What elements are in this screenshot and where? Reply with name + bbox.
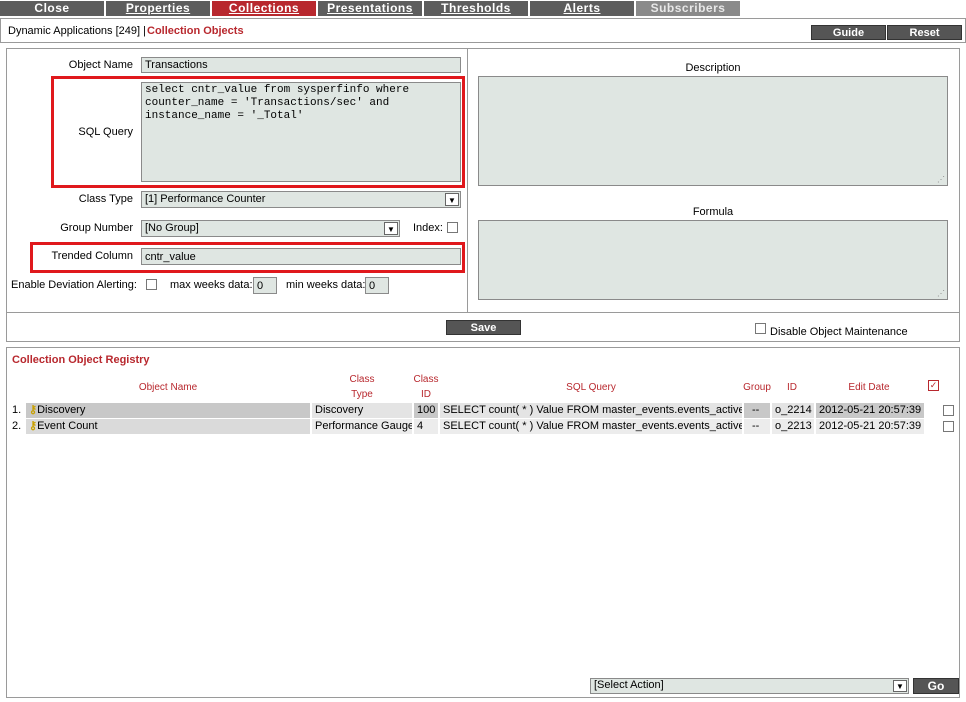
group-number-label: Group Number: [60, 222, 133, 234]
table-row: 1. ⚷Discovery Discovery 100 SELECT count…: [10, 403, 958, 418]
row-sql: SELECT count( * ) Value FROM master_even…: [440, 403, 742, 418]
tab-thresholds-label: Thresholds: [441, 1, 511, 15]
row-object-name[interactable]: ⚷Event Count: [26, 419, 310, 434]
tab-thresholds[interactable]: Thresholds: [424, 1, 528, 16]
tab-properties[interactable]: Properties: [106, 1, 210, 16]
tab-presentations-label: Presentations: [327, 1, 413, 15]
trended-column-label: Trended Column: [51, 250, 133, 262]
tab-collections[interactable]: Collections: [212, 1, 316, 16]
guide-button[interactable]: Guide: [811, 25, 886, 40]
row-object-name-text: Discovery: [37, 404, 86, 416]
tab-collections-label: Collections: [228, 1, 300, 15]
col-group[interactable]: Group: [742, 380, 772, 395]
go-button[interactable]: Go: [913, 678, 959, 694]
key-icon: ⚷: [29, 404, 38, 416]
description-label: Description: [685, 62, 741, 74]
tab-bar: Close Properties Collections Presentatio…: [0, 0, 966, 17]
tab-presentations[interactable]: Presentations: [318, 1, 422, 16]
row-group: --: [744, 419, 770, 434]
chevron-down-icon[interactable]: ▼: [893, 680, 907, 692]
tab-close-label: Close: [34, 1, 70, 15]
select-all-checkbox[interactable]: ✓: [928, 380, 939, 391]
col-object-name[interactable]: Object Name: [100, 380, 236, 395]
min-weeks-input[interactable]: [365, 277, 389, 294]
page-title: Collection Objects: [147, 25, 244, 37]
col-id[interactable]: ID: [772, 380, 812, 395]
object-name-input[interactable]: [141, 57, 461, 73]
resize-grip-icon[interactable]: ⋰: [937, 175, 945, 184]
sql-query-label: SQL Query: [78, 126, 133, 138]
group-number-select[interactable]: [No Group] ▼: [141, 220, 400, 237]
row-id: o_2213: [772, 419, 814, 434]
row-object-name[interactable]: ⚷Discovery: [26, 403, 310, 418]
row-number: 2.: [12, 420, 22, 432]
row-checkbox[interactable]: [943, 421, 954, 432]
max-weeks-input[interactable]: [253, 277, 277, 294]
tab-alerts[interactable]: Alerts: [530, 1, 634, 16]
min-weeks-label: min weeks data:: [286, 279, 366, 291]
save-button[interactable]: Save: [446, 320, 521, 335]
chevron-down-icon[interactable]: ▼: [384, 222, 398, 235]
index-label: Index:: [413, 222, 443, 234]
row-class-type: Discovery: [312, 403, 412, 418]
select-action-value: [Select Action]: [594, 679, 664, 691]
class-type-value: [1] Performance Counter: [145, 193, 266, 205]
row-number: 1.: [12, 404, 22, 416]
key-icon: ⚷: [29, 420, 38, 432]
breadcrumb: Dynamic Applications [249] |: [8, 25, 146, 37]
group-number-value: [No Group]: [145, 222, 199, 234]
formula-textarea[interactable]: ⋰: [478, 220, 948, 300]
select-action-dropdown[interactable]: [Select Action] ▼: [590, 678, 909, 694]
page-header: Dynamic Applications [249] | Collection …: [0, 18, 966, 43]
row-object-name-text: Event Count: [37, 420, 98, 432]
row-edit-date: 2012-05-21 20:57:39: [816, 419, 924, 434]
object-name-label: Object Name: [68, 59, 133, 71]
tab-subscribers[interactable]: Subscribers: [636, 1, 740, 16]
max-weeks-label: max weeks data:: [170, 279, 253, 291]
disable-maintenance-label: Disable Object Maintenance: [770, 326, 908, 338]
row-sql: SELECT count( * ) Value FROM master_even…: [440, 419, 742, 434]
chevron-down-icon[interactable]: ▼: [445, 193, 459, 206]
trended-column-input[interactable]: [141, 248, 461, 265]
col-sql-query[interactable]: SQL Query: [442, 380, 740, 395]
row-group: --: [744, 403, 770, 418]
index-checkbox[interactable]: [447, 222, 458, 233]
row-id: o_2214: [772, 403, 814, 418]
sql-query-textarea[interactable]: select cntr_value from sysperfinfo where…: [141, 82, 461, 182]
row-checkbox[interactable]: [943, 405, 954, 416]
row-class-id: 100: [414, 403, 438, 418]
table-row: 2. ⚷Event Count Performance Gauge 4 SELE…: [10, 419, 958, 434]
row-class-id: 4: [414, 419, 438, 434]
deviation-alerting-checkbox[interactable]: [146, 279, 157, 290]
col-class-id[interactable]: Class ID: [406, 372, 446, 402]
class-type-select[interactable]: [1] Performance Counter ▼: [141, 191, 461, 208]
tab-alerts-label: Alerts: [563, 1, 601, 15]
row-class-type: Performance Gauge: [312, 419, 412, 434]
col-class-type[interactable]: Class Type: [330, 372, 394, 402]
tab-subscribers-label: Subscribers: [650, 1, 726, 15]
col-edit-date[interactable]: Edit Date: [816, 380, 922, 395]
deviation-alerting-label: Enable Deviation Alerting:: [11, 279, 137, 291]
class-type-label: Class Type: [78, 193, 133, 205]
registry-title: Collection Object Registry: [12, 354, 150, 366]
resize-grip-icon[interactable]: ⋰: [937, 289, 945, 298]
row-edit-date: 2012-05-21 20:57:39: [816, 403, 924, 418]
reset-button[interactable]: Reset: [887, 25, 962, 40]
panel-divider: [467, 49, 468, 313]
disable-maintenance-checkbox[interactable]: [755, 323, 766, 334]
description-textarea[interactable]: ⋰: [478, 76, 948, 186]
tab-close[interactable]: Close: [0, 1, 104, 16]
tab-properties-label: Properties: [125, 1, 191, 15]
registry-panel: [6, 347, 960, 698]
formula-label: Formula: [692, 206, 734, 218]
